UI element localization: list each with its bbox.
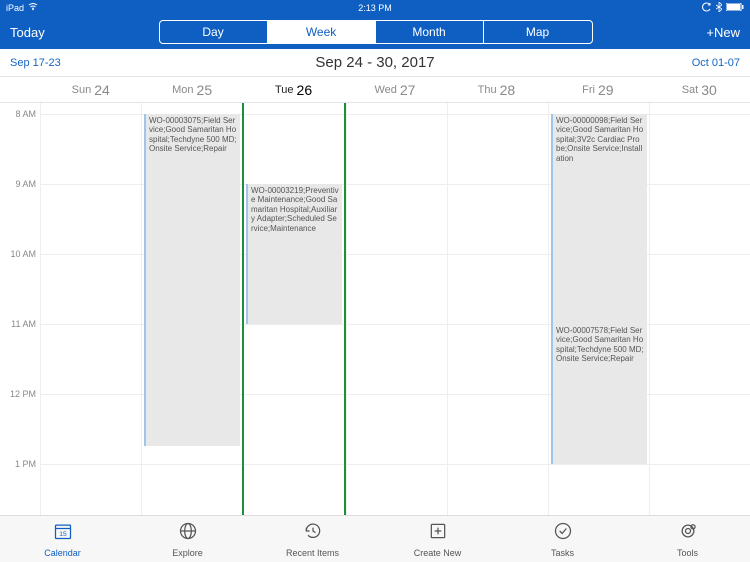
status-bar: iPad 2:13 PM <box>0 0 750 15</box>
next-week-link[interactable]: Oct 01-07 <box>692 57 740 69</box>
globe-icon <box>178 521 198 546</box>
calendar-icon: 15 <box>53 521 73 546</box>
check-icon <box>553 521 573 546</box>
tab-create-new[interactable]: Create New <box>375 516 500 562</box>
day-column[interactable]: WO-00003075;Field Service;Good Samaritan… <box>141 103 242 515</box>
tab-calendar[interactable]: 15 Calendar <box>0 516 125 562</box>
week-grid: 8 AM 9 AM 10 AM 11 AM 12 PM 1 PM WO-00003075;F… <box>0 103 750 515</box>
hour-label: 11 AM <box>11 319 36 329</box>
date-range-bar: Sep 17-23 Sep 24 - 30, 2017 Oct 01-07 <box>0 49 750 77</box>
segment-week[interactable]: Week <box>268 21 376 43</box>
tab-label: Create New <box>414 548 462 558</box>
day-column[interactable] <box>447 103 548 515</box>
day-header[interactable]: Tue 26 <box>243 77 344 102</box>
new-button[interactable]: +New <box>706 25 740 40</box>
hour-label: 12 PM <box>10 389 36 399</box>
day-header[interactable]: Sat 30 <box>649 77 750 102</box>
day-column[interactable]: WO-00000098;Field Service;Good Samaritan… <box>548 103 649 515</box>
day-header[interactable]: Thu 28 <box>446 77 547 102</box>
day-header[interactable]: Wed 27 <box>344 77 445 102</box>
hour-label: 8 AM <box>15 109 36 119</box>
calendar-event[interactable]: WO-00007578;Field Service;Good Samaritan… <box>551 324 647 464</box>
day-header[interactable]: Fri 29 <box>547 77 648 102</box>
tab-label: Calendar <box>44 548 81 558</box>
sync-icon <box>702 2 712 14</box>
clock: 2:13 PM <box>358 3 392 13</box>
gear-icon <box>678 521 698 546</box>
calendar-event[interactable]: WO-00003219;Preventive Maintenance;Good … <box>246 184 342 324</box>
recent-icon <box>303 521 323 546</box>
segment-map[interactable]: Map <box>484 21 592 43</box>
bluetooth-icon <box>716 2 722 14</box>
tab-tools[interactable]: Tools <box>625 516 750 562</box>
tab-label: Recent Items <box>286 548 339 558</box>
tab-label: Tools <box>677 548 698 558</box>
tab-explore[interactable]: Explore <box>125 516 250 562</box>
plus-box-icon <box>428 521 448 546</box>
day-column[interactable]: WO-00003219;Preventive Maintenance;Good … <box>242 103 346 515</box>
tab-label: Tasks <box>551 548 574 558</box>
hour-label: 10 AM <box>10 249 36 259</box>
battery-icon <box>726 3 744 13</box>
device-label: iPad <box>6 3 24 13</box>
bottom-tab-bar: 15 Calendar Explore Recent Items Create New T… <box>0 515 750 562</box>
day-header-row: Sun 24Mon 25Tue 26Wed 27Thu 28Fri 29Sat … <box>0 77 750 103</box>
svg-text:15: 15 <box>59 531 67 538</box>
view-segmented-control: DayWeekMonthMap <box>159 20 593 44</box>
segment-day[interactable]: Day <box>160 21 268 43</box>
prev-week-link[interactable]: Sep 17-23 <box>10 57 61 69</box>
tab-label: Explore <box>172 548 203 558</box>
calendar-event[interactable]: WO-00003075;Field Service;Good Samaritan… <box>144 114 240 447</box>
day-column[interactable] <box>40 103 141 515</box>
day-column[interactable] <box>649 103 750 515</box>
calendar-event[interactable]: WO-00000098;Field Service;Good Samaritan… <box>551 114 647 324</box>
hour-label: 9 AM <box>15 179 36 189</box>
day-header[interactable]: Mon 25 <box>141 77 242 102</box>
day-header[interactable]: Sun 24 <box>40 77 141 102</box>
app-header: Today DayWeekMonthMap +New <box>0 15 750 49</box>
day-column[interactable] <box>346 103 447 515</box>
segment-month[interactable]: Month <box>376 21 484 43</box>
tab-recent-items[interactable]: Recent Items <box>250 516 375 562</box>
today-button[interactable]: Today <box>10 25 45 40</box>
date-range-title: Sep 24 - 30, 2017 <box>315 54 434 71</box>
wifi-icon <box>28 3 38 13</box>
tab-tasks[interactable]: Tasks <box>500 516 625 562</box>
hour-label: 1 PM <box>15 459 36 469</box>
